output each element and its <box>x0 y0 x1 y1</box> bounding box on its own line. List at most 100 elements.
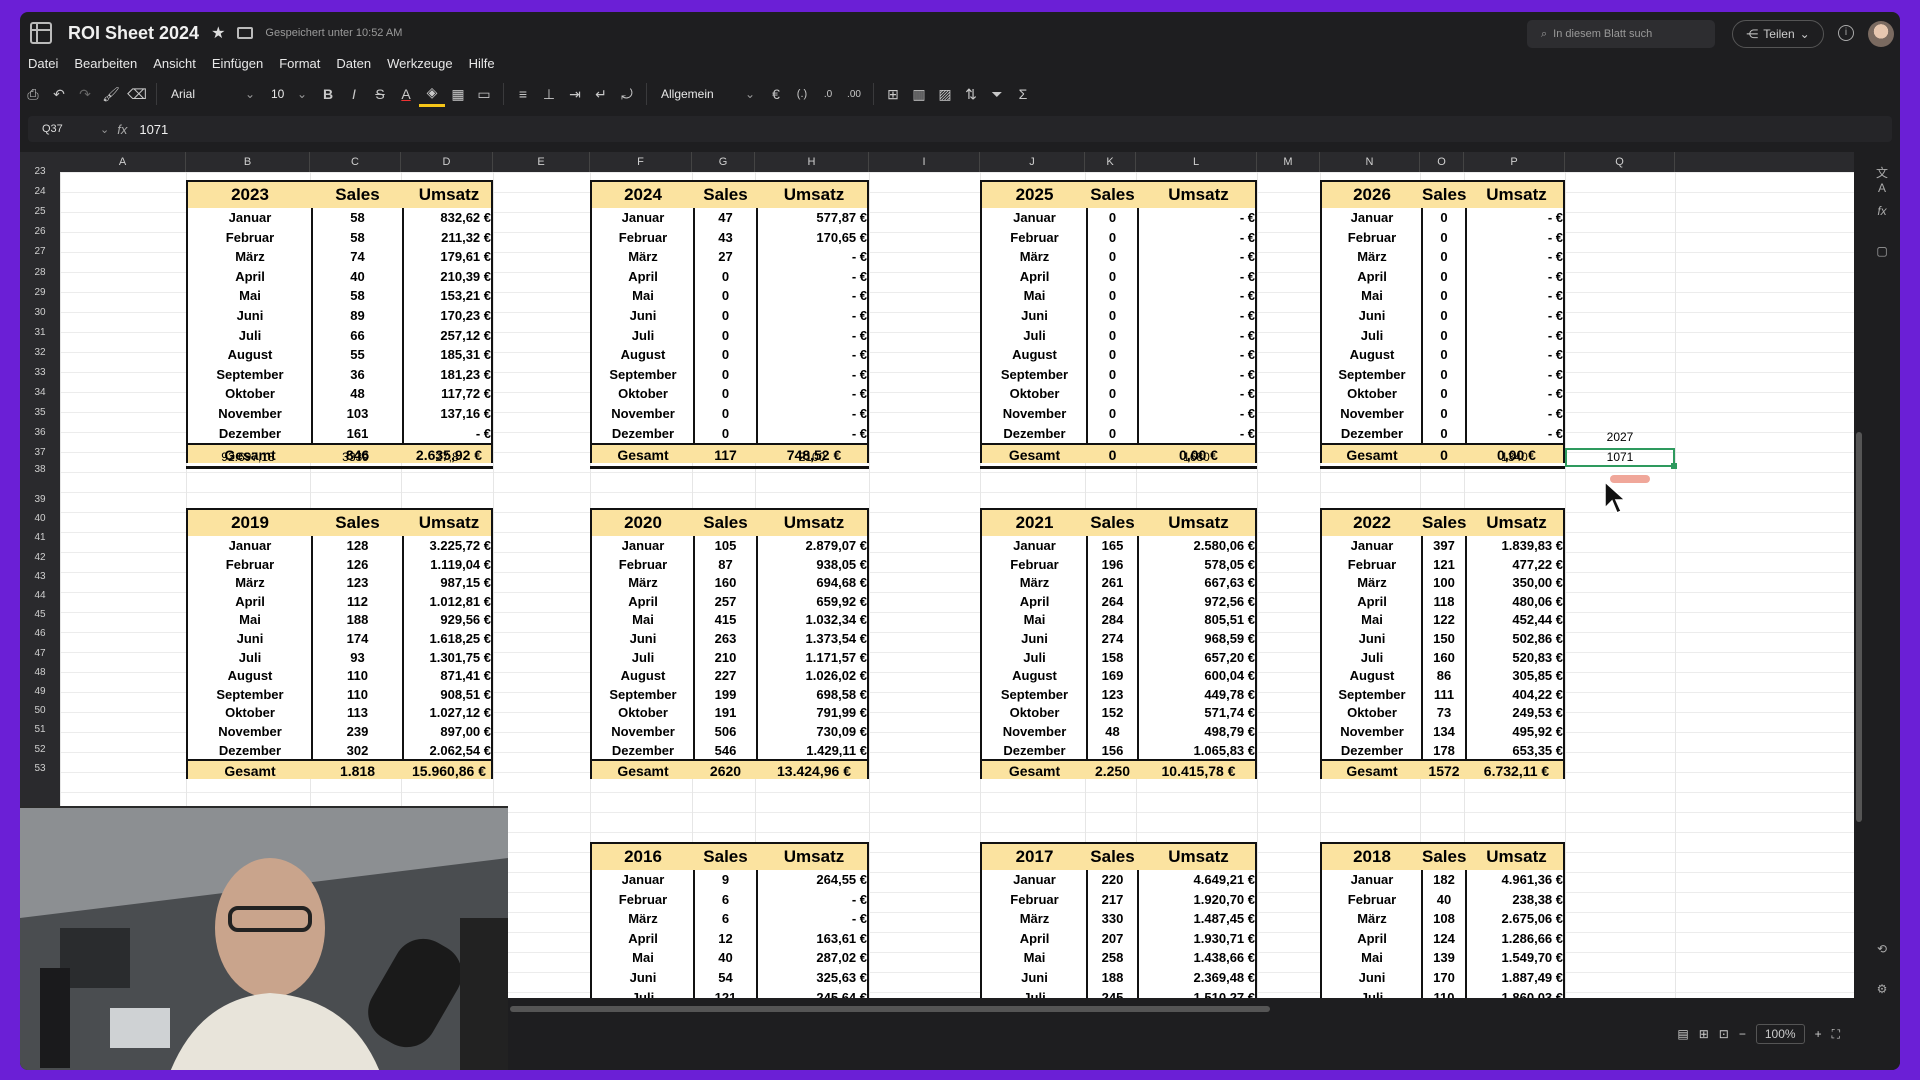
sales-cell[interactable]: 160 <box>1422 648 1466 667</box>
total-sales[interactable]: 0 <box>1087 445 1138 465</box>
sales-cell[interactable]: 284 <box>1087 610 1138 629</box>
sales-cell[interactable]: 40 <box>312 267 403 286</box>
umsatz-cell[interactable]: 1.487,45 € <box>1138 909 1259 928</box>
table-row[interactable]: August 110 871,41 € <box>188 666 491 685</box>
info-icon[interactable]: i <box>1838 25 1854 41</box>
month-cell[interactable]: Mai <box>982 610 1087 629</box>
sales-cell[interactable]: 58 <box>312 208 403 227</box>
name-box[interactable]: Q37 <box>28 123 100 135</box>
table-row[interactable]: September 110 908,51 € <box>188 685 491 704</box>
row-header-51[interactable]: 51 <box>20 720 60 740</box>
table-row[interactable]: Januar 165 2.580,06 € <box>982 536 1255 555</box>
translate-icon[interactable]: 文A <box>1874 164 1890 195</box>
sales-cell[interactable]: 0 <box>694 424 757 443</box>
formula-input[interactable]: 1071 <box>139 122 168 137</box>
umsatz-cell[interactable]: 1.839,83 € <box>1466 536 1567 555</box>
table-row[interactable]: Juli 0- € <box>982 326 1255 345</box>
sales-cell[interactable]: 0 <box>1087 247 1138 266</box>
row-header-43[interactable]: 43 <box>20 567 60 587</box>
month-cell[interactable]: März <box>188 247 312 266</box>
row-header-34[interactable]: 34 <box>20 383 60 403</box>
umsatz-cell[interactable]: 170,23 € <box>403 306 495 325</box>
document-title[interactable]: ROI Sheet 2024 <box>68 23 199 44</box>
avatar[interactable] <box>1868 21 1894 47</box>
sales-cell[interactable]: 0 <box>1422 247 1466 266</box>
table-row[interactable]: Oktober 113 1.027,12 € <box>188 703 491 722</box>
settings-icon[interactable]: ⚙ <box>1874 982 1890 998</box>
umsatz-cell[interactable]: 653,35 € <box>1466 741 1567 760</box>
table-row[interactable]: Mai 0- € <box>982 286 1255 305</box>
table-row[interactable]: Mai 284 805,51 € <box>982 610 1255 629</box>
table-row[interactable]: Oktober 191 791,99 € <box>592 703 867 722</box>
month-cell[interactable]: Oktober <box>592 703 694 722</box>
sales-cell[interactable]: 330 <box>1087 909 1138 928</box>
sales-cell[interactable]: 118 <box>1422 592 1466 611</box>
umsatz-cell[interactable]: - € <box>1466 424 1567 443</box>
month-cell[interactable]: Dezember <box>188 741 312 760</box>
sales-cell[interactable]: 110 <box>312 685 403 704</box>
umsatz-cell[interactable]: 325,63 € <box>757 968 871 987</box>
table-row[interactable]: Januar 105 2.879,07 € <box>592 536 867 555</box>
row-header-27[interactable]: 27 <box>20 242 60 262</box>
sales-cell[interactable]: 0 <box>1422 404 1466 423</box>
umsatz-cell[interactable]: 805,51 € <box>1138 610 1259 629</box>
month-cell[interactable]: September <box>592 365 694 384</box>
month-cell[interactable]: April <box>1322 929 1422 948</box>
sales-cell[interactable]: 0 <box>694 345 757 364</box>
umsatz-cell[interactable]: 350,00 € <box>1466 573 1567 592</box>
sales-cell[interactable]: 263 <box>694 629 757 648</box>
sales-cell[interactable]: 0 <box>694 326 757 345</box>
image-icon[interactable]: ▨ <box>932 81 958 107</box>
table-row[interactable]: November 48 498,79 € <box>982 722 1255 741</box>
month-cell[interactable]: November <box>592 722 694 741</box>
table-row[interactable]: Dezember 302 2.062,54 € <box>188 741 491 760</box>
cell-b37[interactable]: 92.697,18 <box>186 449 310 465</box>
star-icon[interactable]: ★ <box>211 23 225 43</box>
table-row[interactable]: Januar 58 832,62 € <box>188 208 491 227</box>
total-label[interactable]: Gesamt <box>592 445 694 465</box>
umsatz-cell[interactable]: 571,74 € <box>1138 703 1259 722</box>
month-cell[interactable]: März <box>592 247 694 266</box>
table-row[interactable]: Oktober 73 249,53 € <box>1322 703 1563 722</box>
month-cell[interactable]: Mai <box>592 948 694 967</box>
umsatz-cell[interactable]: 578,05 € <box>1138 555 1259 574</box>
table-row[interactable]: Mai 0- € <box>1322 286 1563 305</box>
month-cell[interactable]: März <box>1322 909 1422 928</box>
column-header-o[interactable]: O <box>1420 152 1464 172</box>
umsatz-cell[interactable]: 1.027,12 € <box>403 703 495 722</box>
row-header-28[interactable]: 28 <box>20 263 60 283</box>
table-row[interactable]: August 227 1.026,02 € <box>592 666 867 685</box>
umsatz-cell[interactable]: 498,79 € <box>1138 722 1259 741</box>
table-row[interactable]: Februar 87 938,05 € <box>592 555 867 574</box>
umsatz-cell[interactable]: 4.649,21 € <box>1138 870 1259 889</box>
umsatz-cell[interactable]: - € <box>1466 326 1567 345</box>
umsatz-cell[interactable]: 170,65 € <box>757 228 871 247</box>
month-cell[interactable]: Juli <box>1322 648 1422 667</box>
year-table-2017[interactable]: 2017 Sales Umsatz Januar 220 4.649,21 € Februa… <box>980 842 1257 998</box>
table-row[interactable]: Oktober 0- € <box>592 384 867 403</box>
table-row[interactable]: März 123 987,15 € <box>188 573 491 592</box>
table-row[interactable]: Juni 150 502,86 € <box>1322 629 1563 648</box>
column-header-a[interactable]: A <box>60 152 186 172</box>
increase-decimal-icon[interactable]: .00 <box>841 81 867 107</box>
umsatz-cell[interactable]: - € <box>1138 208 1259 227</box>
sales-cell[interactable]: 86 <box>1422 666 1466 685</box>
column-header-g[interactable]: G <box>692 152 755 172</box>
table-row[interactable]: Dezember 546 1.429,11 € <box>592 741 867 760</box>
table-row[interactable]: Februar 43 170,65 € <box>592 228 867 247</box>
month-cell[interactable]: Juni <box>592 306 694 325</box>
sales-cell[interactable]: 397 <box>1422 536 1466 555</box>
month-cell[interactable]: Februar <box>982 890 1087 909</box>
vertical-align-icon[interactable]: ⊥ <box>536 81 562 107</box>
month-cell[interactable]: Oktober <box>1322 703 1422 722</box>
umsatz-cell[interactable]: 257,12 € <box>403 326 495 345</box>
table-row[interactable]: Juni 54 325,63 € <box>592 968 867 987</box>
row-header-25[interactable]: 25 <box>20 202 60 222</box>
table-row[interactable]: April 207 1.930,71 € <box>982 929 1255 948</box>
umsatz-cell[interactable]: 117,72 € <box>403 384 495 403</box>
sales-cell[interactable]: 58 <box>312 228 403 247</box>
sales-cell[interactable]: 111 <box>1422 685 1466 704</box>
umsatz-cell[interactable]: 832,62 € <box>403 208 495 227</box>
row-header-42[interactable]: 42 <box>20 548 60 568</box>
umsatz-cell[interactable]: 1.920,70 € <box>1138 890 1259 909</box>
